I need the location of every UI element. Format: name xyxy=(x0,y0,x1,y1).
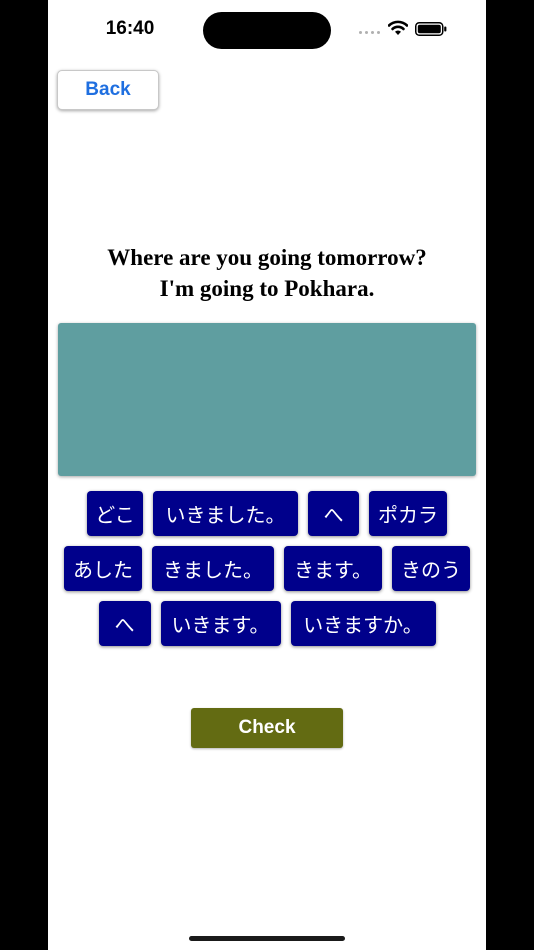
battery-icon xyxy=(415,22,447,36)
word-tile-ikimasuka[interactable]: いきますか。 xyxy=(290,601,436,646)
word-tile-kinou[interactable]: きのう xyxy=(392,546,470,591)
word-row-2: あした きました。 きます。 きのう xyxy=(48,546,486,591)
word-row-1: どこ いきました。 へ ポカラ xyxy=(48,491,486,536)
word-tile-he-2[interactable]: へ xyxy=(98,601,151,646)
wifi-icon xyxy=(388,20,408,35)
word-tile-kimashita[interactable]: きました。 xyxy=(152,546,274,591)
home-indicator[interactable] xyxy=(189,936,345,941)
word-tile-ikimasu[interactable]: いきます。 xyxy=(160,601,281,646)
prompt-line-answer: I'm going to Pokhara. xyxy=(159,276,375,301)
app-screen: 16:40 Back Where are you going tomorrow?… xyxy=(48,0,486,950)
word-row-3: へ いきます。 いきますか。 xyxy=(48,601,486,646)
status-time: 16:40 xyxy=(105,18,155,39)
word-tile-kimasu[interactable]: きます。 xyxy=(284,546,382,591)
prompt-line-question: Where are you going tomorrow? xyxy=(107,245,427,270)
word-tile-doko[interactable]: どこ xyxy=(87,491,143,536)
dynamic-island xyxy=(203,12,331,49)
word-bank: どこ いきました。 へ ポカラ あした きました。 きます。 きのう へ いきま… xyxy=(48,491,486,656)
word-tile-he[interactable]: へ xyxy=(308,491,359,536)
answer-drop-area[interactable] xyxy=(58,323,476,476)
check-button[interactable]: Check xyxy=(191,708,343,748)
prompt-text: Where are you going tomorrow? I'm going … xyxy=(48,242,486,304)
word-tile-pokhara[interactable]: ポカラ xyxy=(369,491,447,536)
cellular-signal-icon xyxy=(359,31,381,35)
word-tile-ikimashita[interactable]: いきました。 xyxy=(153,491,298,536)
word-tile-ashita[interactable]: あした xyxy=(64,546,142,591)
back-button[interactable]: Back xyxy=(57,70,159,110)
